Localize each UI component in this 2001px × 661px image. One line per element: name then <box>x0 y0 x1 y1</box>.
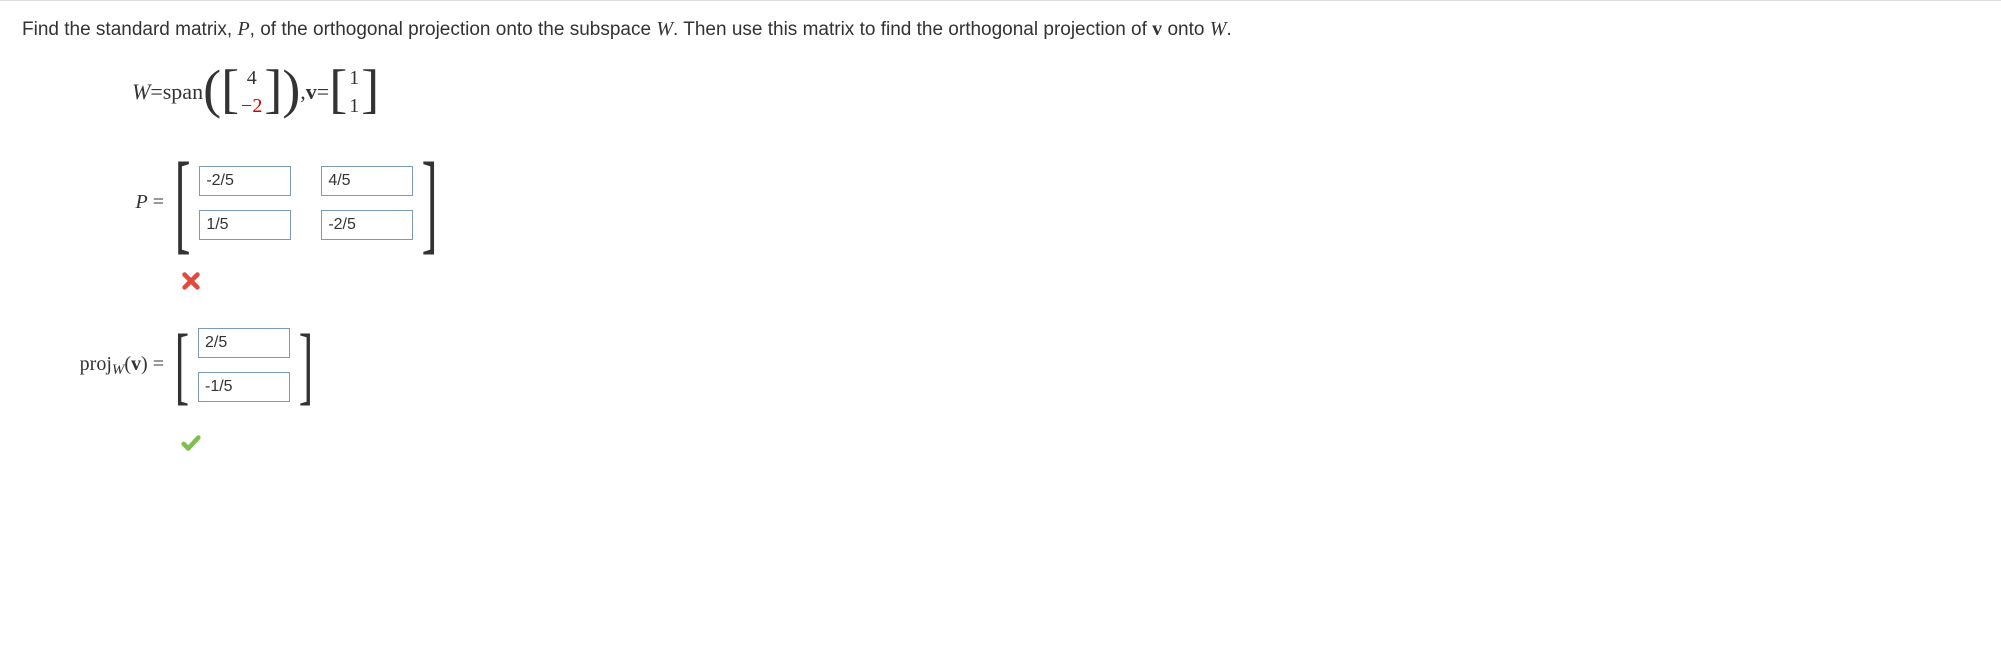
incorrect-icon <box>180 270 1979 292</box>
v-vector: 1 1 <box>347 64 361 120</box>
P-feedback <box>180 270 1979 292</box>
P-cell-r1c2[interactable] <box>321 166 413 196</box>
close-bracket-icon: ] <box>299 321 313 407</box>
proj-label: projW(v) = <box>22 353 172 376</box>
prompt-W: W <box>656 18 673 40</box>
close-paren: ) <box>141 353 148 375</box>
vec-entry: 4 <box>241 64 262 92</box>
W-label: W <box>132 79 150 105</box>
proj-v: v <box>131 353 141 375</box>
P-answer-block: P = [ ] <box>22 158 1979 248</box>
prompt-v: v <box>1152 18 1162 40</box>
proj-feedback <box>180 432 1979 454</box>
prompt-text: , of the orthogonal projection onto the … <box>250 19 657 40</box>
close-bracket-icon: ] <box>361 76 379 103</box>
equals: = <box>148 353 164 375</box>
proj-sub-W: W <box>112 362 125 378</box>
prompt-text: . <box>1226 19 1231 40</box>
equals: = <box>150 79 162 105</box>
open-bracket-icon: [ <box>175 321 189 407</box>
equals: = <box>148 191 164 213</box>
proj-cell-r2[interactable] <box>198 372 290 402</box>
open-bracket-icon: [ <box>175 147 191 259</box>
close-bracket-icon: ] <box>422 147 438 259</box>
prompt-P: P <box>237 18 249 40</box>
prompt-text: . Then use this matrix to find the ortho… <box>673 19 1152 40</box>
W-basis-vector: 4 −2 <box>239 64 264 120</box>
given-equation: W = span ( [ 4 −2 ] ) , v = [ 1 1 ] <box>132 64 1979 120</box>
P-matrix-grid <box>193 158 419 248</box>
question-container: Find the standard matrix, P, of the orth… <box>0 0 2001 504</box>
proj-cell-r1[interactable] <box>198 328 290 358</box>
vec-entry: 1 <box>349 92 359 120</box>
P-cell-r1c1[interactable] <box>199 166 291 196</box>
open-bracket-icon: [ <box>329 76 347 103</box>
proj-text: proj <box>80 353 112 375</box>
proj-answer-block: projW(v) = [ ] <box>22 320 1979 410</box>
equals: = <box>317 79 329 105</box>
P-cell-r2c2[interactable] <box>321 210 413 240</box>
P-label: P = <box>22 191 172 214</box>
close-bracket-icon: ] <box>264 76 282 103</box>
correct-icon <box>180 432 1979 454</box>
v-label: v <box>306 79 317 105</box>
open-bracket-icon: [ <box>221 76 239 103</box>
close-paren: ) <box>282 76 300 103</box>
open-paren: ( <box>203 76 221 103</box>
P-cell-r2c1[interactable] <box>199 210 291 240</box>
prompt-text: Find the standard matrix, <box>22 19 237 40</box>
vec-entry: −2 <box>241 92 262 120</box>
span-text: span <box>163 79 203 105</box>
vec-entry: 1 <box>349 64 359 92</box>
proj-vector-grid <box>192 320 296 410</box>
prompt-W2: W <box>1210 18 1227 40</box>
question-prompt: Find the standard matrix, P, of the orth… <box>22 15 1979 44</box>
prompt-text: onto <box>1162 19 1210 40</box>
P-symbol: P <box>136 191 148 213</box>
